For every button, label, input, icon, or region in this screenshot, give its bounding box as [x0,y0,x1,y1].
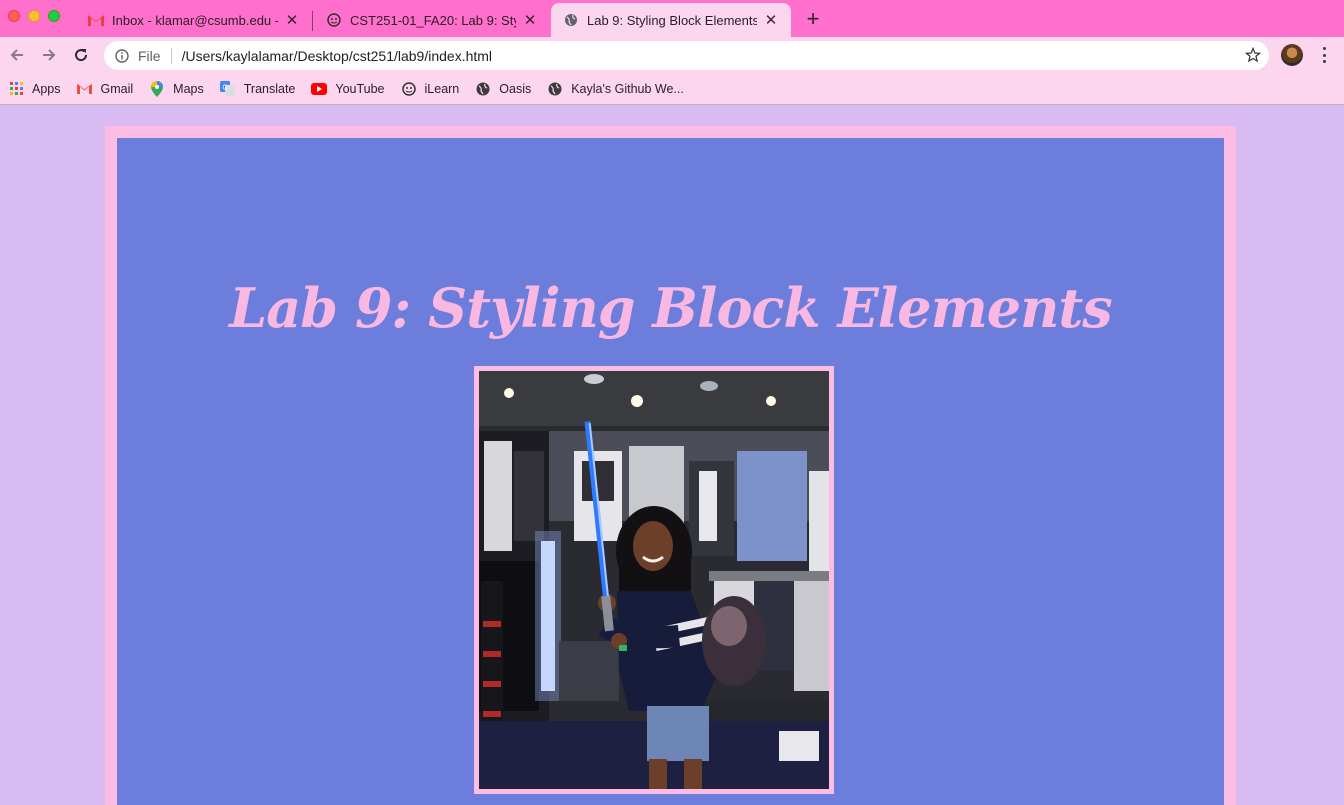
apps-grid-icon [8,81,24,97]
page-viewport: Lab 9: Styling Block Elements [0,106,1344,805]
scheme-label: File [138,47,161,64]
profile-avatar[interactable] [1281,44,1303,66]
back-button[interactable] [5,43,29,67]
window-minimize-button[interactable] [28,10,40,22]
bookmark-label: Oasis [499,81,532,96]
bookmark-ilearn[interactable]: iLearn [401,81,460,97]
window-close-button[interactable] [8,10,20,22]
gmail-icon [77,81,93,97]
youtube-icon [311,81,328,97]
globe-icon [475,81,491,97]
browser-toolbar: File /Users/kaylalamar/Desktop/cst251/la… [0,37,1344,73]
close-icon[interactable]: ✕ [284,12,300,29]
url-text[interactable]: /Users/kaylalamar/Desktop/cst251/lab9/in… [182,48,492,64]
bookmark-translate[interactable]: G Translate [220,81,296,97]
bookmark-oasis[interactable]: Oasis [475,81,531,97]
close-icon[interactable]: ✕ [763,12,779,29]
bookmark-label: Maps [173,81,204,96]
bookmark-label: YouTube [335,81,385,96]
reload-icon [75,49,88,62]
maps-pin-icon [149,80,165,97]
reload-button[interactable] [69,43,93,67]
tab-title: CST251-01_FA20: Lab 9: Stylin [350,12,516,28]
tab-title: Lab 9: Styling Block Elements [587,12,757,28]
forward-button[interactable] [37,43,61,67]
otter-icon [326,12,342,28]
content-block: Lab 9: Styling Block Elements [117,138,1224,805]
tab-strip: Inbox - klamar@csumb.edu - G ✕ CST251-01… [0,0,1344,37]
new-tab-button[interactable]: + [802,8,824,30]
globe-icon [563,12,579,28]
tab-lab9-active[interactable]: Lab 9: Styling Block Elements ✕ [551,3,791,37]
tab-title: Inbox - klamar@csumb.edu - G [112,12,278,28]
photo-frame [474,366,834,794]
photo [479,371,829,789]
bookmark-apps[interactable]: Apps [8,81,61,97]
translate-icon: G [220,81,236,97]
bookmark-label: Kayla's Github We... [571,81,684,96]
window-zoom-button[interactable] [48,10,60,22]
bookmark-maps[interactable]: Maps [149,80,204,97]
bookmarks-bar: Apps Gmail Maps G Translate YouTube iLea… [0,73,1344,105]
otter-icon [401,81,417,97]
page-heading: Lab 9: Styling Block Elements [229,276,1112,340]
gmail-icon [88,12,104,28]
tab-separator [312,11,313,31]
bookmark-github[interactable]: Kayla's Github We... [547,81,684,97]
bookmark-label: iLearn [424,81,460,96]
bookmark-label: Apps [32,81,61,96]
close-icon[interactable]: ✕ [522,12,538,29]
bookmark-label: Translate [243,81,296,96]
svg-text:G: G [223,85,228,92]
bookmark-label: Gmail [100,81,134,96]
arrow-left-icon [10,49,23,61]
globe-icon [547,81,563,97]
info-icon[interactable] [114,48,130,64]
kebab-menu-icon[interactable] [1316,45,1332,65]
bookmark-star-icon[interactable] [1245,47,1261,63]
tab-ilearn[interactable]: CST251-01_FA20: Lab 9: Stylin ✕ [314,3,550,37]
tab-inbox[interactable]: Inbox - klamar@csumb.edu - G ✕ [76,3,312,37]
divider [170,47,172,64]
bookmark-youtube[interactable]: YouTube [311,81,385,97]
bookmark-gmail[interactable]: Gmail [77,81,134,97]
address-bar[interactable]: File /Users/kaylalamar/Desktop/cst251/la… [104,41,1269,70]
arrow-right-icon [43,49,56,61]
